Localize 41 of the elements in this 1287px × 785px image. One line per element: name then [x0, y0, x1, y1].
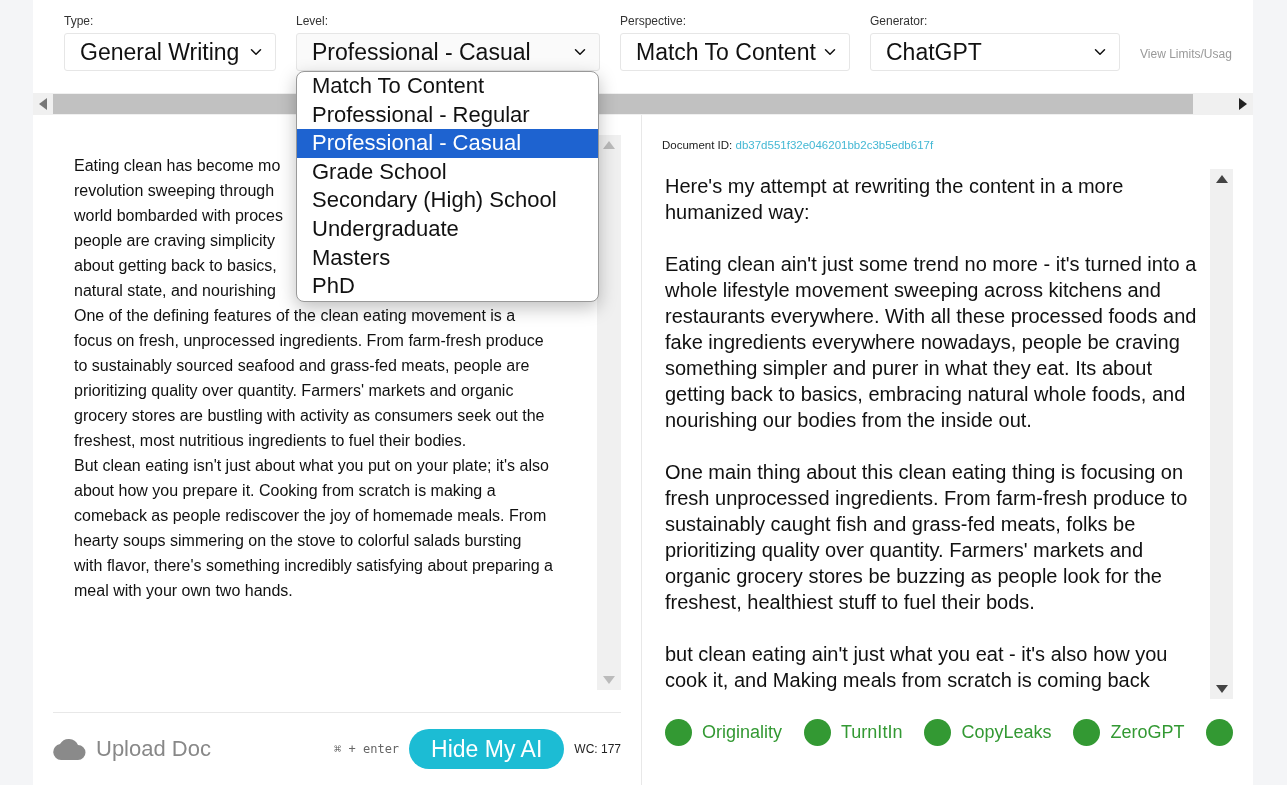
paragraph: One of the defining features of the clean eating movement is a focus on fresh, unprocessed ingredients. From farm-fresh produce to sustainably sourced seafood and grass-fed meats, people are prioritizing quality over quantity. Farmers' markets and organic grocery stores are bustling with activity as consumers seek out the freshest, most nutritious ingredients to fuel their bodies. [74, 306, 546, 451]
select-field[interactable]: Professional - Casual [296, 33, 600, 71]
field-label: Type: [64, 14, 95, 28]
detector-label: TurnItIn [841, 722, 903, 743]
field-label: Perspective: [620, 14, 688, 28]
scroll-left-icon[interactable] [39, 98, 47, 110]
text-line: revolution sweeping through [74, 181, 275, 201]
dropdown-option[interactable]: Professional - Casual [297, 129, 598, 158]
field-label: Generator: [870, 14, 929, 28]
dropdown-option[interactable]: Secondary (High) School [297, 186, 598, 215]
dropdown-option[interactable]: Grade School [297, 157, 598, 187]
text-line: people are craving simplicity [74, 231, 275, 251]
text-line: about getting back to basics, [74, 256, 277, 276]
select-field[interactable]: Match To Content [620, 33, 850, 71]
text-line: Eating clean has become mo [74, 156, 281, 176]
shortcut-hint: ⌘ + enter [334, 742, 400, 756]
dropdown-option[interactable]: PhD [297, 272, 598, 301]
paragraph: One main thing about this clean eating thing is focusing on fresh unprocessed ingredients. From farm-fresh produce to sustainably caught fish and grass-fed meats, folks be prioritizing quality over quantity. Farmers' markets and organic grocery stores be buzzing as people look for the freshest, healthiest stuff to fuel their bods. [665, 460, 1189, 615]
detector-label: CopyLeaks [961, 722, 1052, 743]
dropdown-option[interactable]: Professional - Regular [297, 100, 598, 130]
select-field[interactable]: General Writing [64, 33, 276, 71]
paragraph: but clean eating ain't just what you eat - it's also how you cook it, and Making meals from scratch is coming back [665, 642, 1169, 693]
detector-label: ZeroGPT [1110, 722, 1185, 743]
scroll-down-icon[interactable] [1215, 685, 1228, 693]
dropdown-option[interactable]: Undergraduate [297, 214, 598, 244]
text-line: world bombarded with proces [74, 206, 283, 226]
paragraph: Here's my attempt at rewriting the content in a more humanized way: [665, 174, 1125, 225]
dropdown-option[interactable]: Match To Content [297, 72, 598, 101]
upload-button[interactable]: Upload Doc [53, 736, 211, 762]
select-field[interactable]: ChatGPT [870, 33, 1120, 71]
scroll-right-icon[interactable] [1239, 98, 1247, 110]
dropdown-option[interactable]: Masters [297, 243, 598, 273]
cloud-icon [53, 738, 86, 760]
text-line: natural state, and nourishing [74, 281, 276, 301]
document-id: Document ID: db37d551f32e046201bb2c3b5edb617f [662, 139, 935, 151]
word-count: WC: 177 [574, 742, 621, 756]
detector-label: Originality [702, 722, 783, 743]
paragraph: But clean eating isn't just about what you put on your plate; it's also about how you prepare it. Cooking from scratch is making a comeback as people rediscover the joy of homemade meals. From hearty soups simmering on the stove to colorful salads bursting with flavor, there's something incredibly satisfying about preparing a meal with your own two hands. [74, 456, 553, 601]
paragraph: Eating clean ain't just some trend no more - it's turned into a whole lifestyle movement sweeping across kitchens and restaurants everywhere. With all these processed foods and fake ingredients everywhere nowadays, people be craving something simpler and purer in what they eat. Its about getting back to basics, embracing natural whole foods, and nourishing our bodies from the inside out. [665, 252, 1198, 433]
scroll-up-icon[interactable] [1215, 175, 1228, 183]
field-label: Level: [296, 14, 330, 28]
